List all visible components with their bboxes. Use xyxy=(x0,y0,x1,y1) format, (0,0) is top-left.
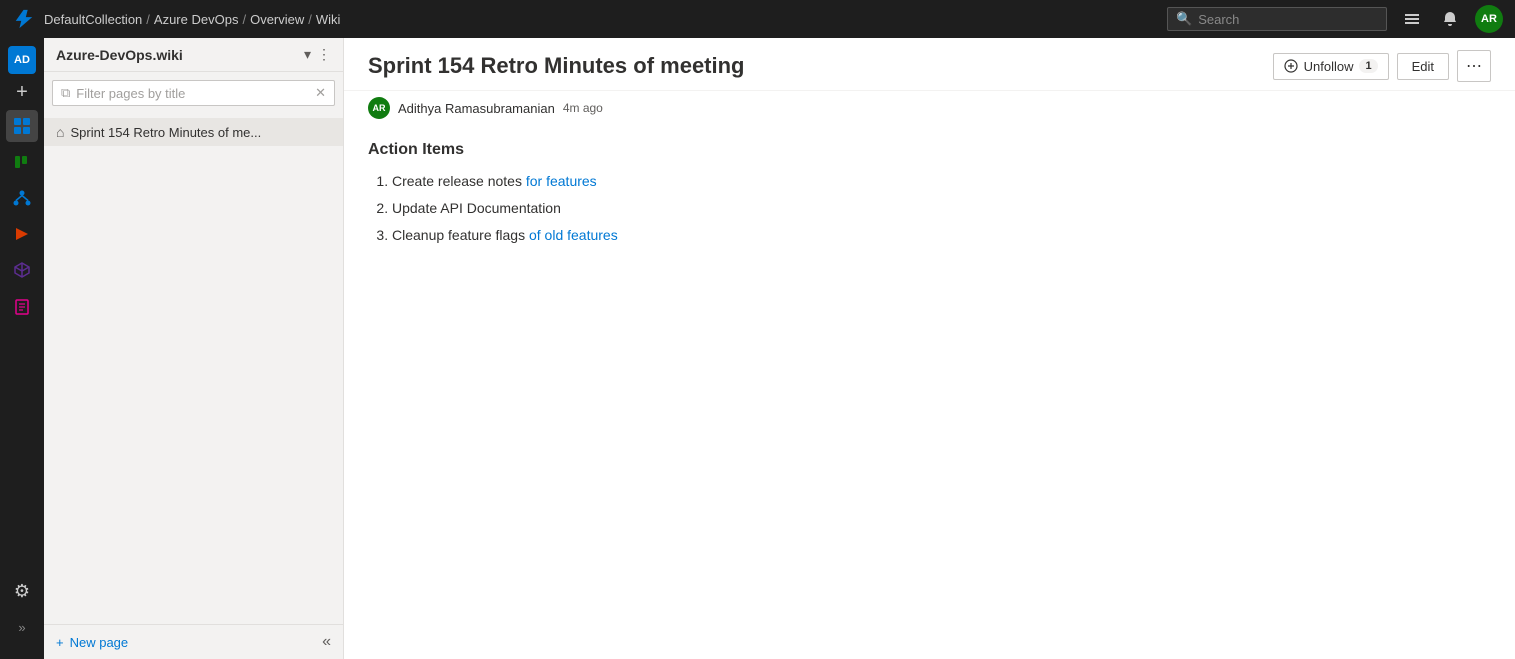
section-heading: Action Items xyxy=(368,141,1491,159)
app-logo[interactable] xyxy=(12,7,36,31)
sidebar-collapse-icon[interactable]: « xyxy=(322,633,331,651)
action-item-1-text: Create release notes xyxy=(392,173,526,189)
breadcrumb-azuredevops[interactable]: Azure DevOps xyxy=(154,12,239,27)
breadcrumb-defaultcollection[interactable]: DefaultCollection xyxy=(44,12,142,27)
breadcrumb-sep-2: / xyxy=(242,12,246,27)
activity-bar: AD + ⚙ » xyxy=(0,38,44,659)
time-ago: 4m ago xyxy=(563,101,603,115)
notification-icon[interactable] xyxy=(1437,6,1463,32)
collapse-icon[interactable]: » xyxy=(6,611,38,643)
clear-filter-icon[interactable]: ✕ xyxy=(315,85,326,101)
action-item-1-link[interactable]: for features xyxy=(526,173,597,189)
content-meta: AR Adithya Ramasubramanian 4m ago xyxy=(344,91,1515,125)
action-item-1: Create release notes for features xyxy=(392,171,1491,192)
sidebar-item-sprint154[interactable]: ⌂ Sprint 154 Retro Minutes of me... xyxy=(44,118,343,146)
sidebar-header: Azure-DevOps.wiki ▾ ⋮ xyxy=(44,38,343,72)
wiki-dropdown-icon[interactable]: ▾ xyxy=(304,46,311,63)
list-icon[interactable] xyxy=(1399,6,1425,32)
author-avatar: AR xyxy=(368,97,390,119)
add-project-button[interactable]: + xyxy=(8,78,36,106)
action-item-2-text: Update API Documentation xyxy=(392,200,561,216)
action-item-3-link[interactable]: of old features xyxy=(529,227,618,243)
home-icon: ⌂ xyxy=(56,124,64,140)
content-area: Sprint 154 Retro Minutes of meeting Unfo… xyxy=(344,38,1515,659)
wiki-title: Azure-DevOps.wiki xyxy=(56,47,298,63)
activity-overview[interactable] xyxy=(6,110,38,142)
page-title: Sprint 154 Retro Minutes of meeting xyxy=(368,53,1261,79)
sidebar-footer: + New page « xyxy=(44,624,343,659)
main-layout: AD + ⚙ » xyxy=(0,38,1515,659)
follow-count: 1 xyxy=(1359,59,1377,73)
filter-icon: ⧉ xyxy=(61,85,70,101)
edit-button[interactable]: Edit xyxy=(1397,53,1449,80)
activity-pipelines[interactable] xyxy=(6,218,38,250)
breadcrumb-wiki[interactable]: Wiki xyxy=(316,12,341,27)
breadcrumb-overview[interactable]: Overview xyxy=(250,12,304,27)
search-input[interactable] xyxy=(1198,12,1378,27)
new-page-button[interactable]: + New page xyxy=(56,635,128,650)
author-name: Adithya Ramasubramanian xyxy=(398,101,555,116)
content-actions: Unfollow 1 Edit ⋯ xyxy=(1273,50,1491,82)
activity-bar-top: AD + xyxy=(6,46,38,571)
activity-bar-bottom: ⚙ » xyxy=(6,575,38,651)
filter-input[interactable] xyxy=(76,86,309,101)
sidebar-filter-box[interactable]: ⧉ ✕ xyxy=(52,80,335,106)
wiki-more-icon[interactable]: ⋮ xyxy=(317,46,331,63)
activity-testplans[interactable] xyxy=(6,290,38,322)
user-avatar[interactable]: AR xyxy=(1475,5,1503,33)
breadcrumb: DefaultCollection / Azure DevOps / Overv… xyxy=(44,12,1159,27)
sidebar: Azure-DevOps.wiki ▾ ⋮ ⧉ ✕ ⌂ Sprint 154 R… xyxy=(44,38,344,659)
search-icon: 🔍 xyxy=(1176,11,1192,27)
activity-repos[interactable] xyxy=(6,182,38,214)
breadcrumb-sep-1: / xyxy=(146,12,150,27)
more-options-button[interactable]: ⋯ xyxy=(1457,50,1491,82)
content-body: Action Items Create release notes for fe… xyxy=(344,125,1515,659)
activity-boards[interactable] xyxy=(6,146,38,178)
action-items-list: Create release notes for features Update… xyxy=(368,171,1491,246)
new-page-label: New page xyxy=(70,635,129,650)
action-item-2: Update API Documentation xyxy=(392,198,1491,219)
top-nav-right: 🔍 AR xyxy=(1167,5,1503,33)
breadcrumb-sep-3: / xyxy=(308,12,312,27)
unfollow-label: Unfollow xyxy=(1304,59,1354,74)
unfollow-button[interactable]: Unfollow 1 xyxy=(1273,53,1389,80)
action-item-3-text: Cleanup feature flags xyxy=(392,227,529,243)
sidebar-tree: ⌂ Sprint 154 Retro Minutes of me... xyxy=(44,114,343,624)
content-header: Sprint 154 Retro Minutes of meeting Unfo… xyxy=(344,38,1515,91)
add-page-icon: + xyxy=(56,635,64,650)
tree-item-label: Sprint 154 Retro Minutes of me... xyxy=(70,125,261,140)
project-icon[interactable]: AD xyxy=(8,46,36,74)
action-item-3: Cleanup feature flags of old features xyxy=(392,225,1491,246)
search-box[interactable]: 🔍 xyxy=(1167,7,1387,31)
settings-icon[interactable]: ⚙ xyxy=(6,575,38,607)
more-icon: ⋯ xyxy=(1466,56,1482,76)
top-navigation: DefaultCollection / Azure DevOps / Overv… xyxy=(0,0,1515,38)
activity-artifacts[interactable] xyxy=(6,254,38,286)
